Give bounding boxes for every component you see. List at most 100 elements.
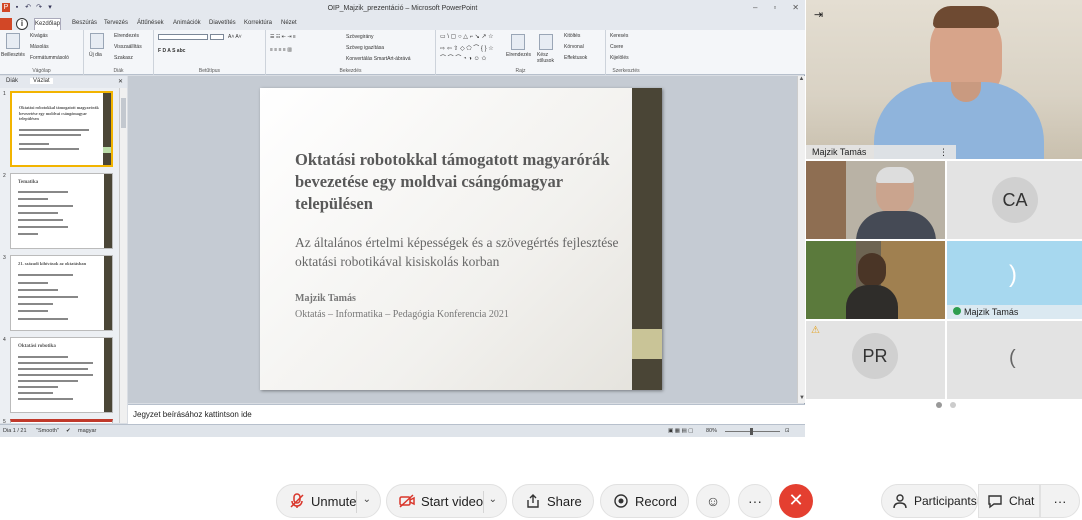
section-button[interactable]: Szakasz <box>114 55 133 61</box>
arrange-button[interactable]: Elrendezés <box>506 52 531 58</box>
paragraph-group: ☰ ☷ ⇤ ⇥ ≡ ≡ ≡ ≡ ≡ ▥ Szövegirány Szöveg i… <box>266 30 436 75</box>
shapes-gallery-icon[interactable]: ▭ \ ▢ ○ △ ⌐ ↘ ↗ ☆ <box>440 33 494 40</box>
shape-effects-button[interactable]: Effektusok <box>564 55 587 61</box>
reactions-button[interactable]: ☺ <box>696 484 730 518</box>
find-button[interactable]: Keresés <box>610 33 628 39</box>
thumbnail-slide-4[interactable]: Oktatási robotika <box>10 337 113 413</box>
zoom-level[interactable]: 80% <box>706 428 717 434</box>
paste-button[interactable]: Beillesztés <box>1 52 25 58</box>
info-icon[interactable]: i <box>16 18 28 30</box>
page-dot[interactable] <box>950 402 956 408</box>
status-bar: Dia 1 / 21 "Smooth" ✔ magyar ▣ ▦ ▤ ▢ 80%… <box>0 424 805 437</box>
slide-subtitle[interactable]: Az általános értelmi képességek és a szö… <box>295 233 625 271</box>
chat-button[interactable]: Chat <box>978 484 1040 518</box>
start-video-button[interactable]: Start video ⌄ <box>386 484 507 518</box>
more-right-button[interactable]: ··· <box>1040 484 1080 518</box>
language[interactable]: magyar <box>78 428 96 434</box>
reset-button[interactable]: Visszaállítás <box>114 44 142 50</box>
tab-animaciok[interactable]: Animációk <box>173 20 201 30</box>
align-icons[interactable]: ≡ ≡ ≡ ≡ ▥ <box>270 47 292 53</box>
file-tab[interactable] <box>0 18 12 30</box>
close-panel-icon[interactable]: ✕ <box>118 78 123 85</box>
arrange-icon[interactable] <box>511 34 525 50</box>
video-tile-5[interactable]: ⚠ PR <box>806 321 945 399</box>
select-button[interactable]: Kijelölés <box>610 55 629 61</box>
replace-button[interactable]: Csere <box>610 44 623 50</box>
thumbnail-slide-1[interactable]: Oktatási robotokkal támogatott magyarórá… <box>10 91 113 167</box>
quick-styles-button[interactable]: Kész stílusok <box>537 52 557 64</box>
scroll-knob[interactable] <box>121 98 126 128</box>
thumbnail-text-line <box>18 398 73 400</box>
paste-icon[interactable] <box>6 33 20 49</box>
current-slide[interactable]: Oktatási robotokkal támogatott magyarórá… <box>260 88 662 390</box>
align-text-button[interactable]: Szöveg igazítása <box>346 45 384 51</box>
chevron-down-icon[interactable]: ⌄ <box>489 494 497 505</box>
minimize-icon[interactable]: – <box>753 3 757 12</box>
text-direction-button[interactable]: Szövegirány <box>346 34 374 40</box>
close-icon[interactable]: ✕ <box>792 3 799 12</box>
scroll-down-icon[interactable]: ▼ <box>798 395 806 401</box>
fit-slide-icon[interactable]: ⊡ <box>785 428 790 434</box>
font-name-field[interactable] <box>158 34 208 40</box>
tab-tervezes[interactable]: Tervezés <box>104 20 128 30</box>
slide-scrollbar[interactable]: ▲ ▼ <box>797 76 805 403</box>
tab-nezet[interactable]: Nézet <box>281 20 297 30</box>
tab-slides[interactable]: Diák <box>6 78 18 84</box>
list-icons[interactable]: ☰ ☷ ⇤ ⇥ ≡ <box>270 34 296 40</box>
thumbnail-text-line <box>18 212 58 214</box>
slide-author[interactable]: Majzik Tamás <box>295 293 356 304</box>
slide-conference[interactable]: Oktatás – Informatika – Pedagógia Konfer… <box>295 309 509 320</box>
shapes-gallery-row3-icon[interactable]: ⌒ ⌒ ⌒ ◔ ◑ ☺ ✩ <box>440 53 486 62</box>
pagination-dots[interactable] <box>936 402 956 408</box>
share-icon <box>525 493 541 509</box>
font-style-icons[interactable]: F D A S abc <box>158 48 185 54</box>
video-tile-1[interactable] <box>806 161 945 239</box>
chevron-down-icon[interactable]: ⌄ <box>363 494 371 505</box>
zoom-slider-knob[interactable] <box>750 428 753 435</box>
more-options-button[interactable]: ··· <box>738 484 772 518</box>
quick-styles-icon[interactable] <box>539 34 553 50</box>
scroll-up-icon[interactable]: ▲ <box>798 76 805 82</box>
shapes-gallery-row2-icon[interactable]: ⇨ ⇦ ⇧ ◇ ⬠ ⌒ { } ☆ <box>440 43 494 52</box>
font-size-field[interactable] <box>210 34 224 40</box>
thumbnail-slide-3[interactable]: 21. századi kihívások az oktatásban <box>10 255 113 331</box>
copy-button[interactable]: Másolás <box>30 44 49 50</box>
shape-fill-button[interactable]: Kitöltés <box>564 33 580 39</box>
participants-button[interactable]: Participants <box>881 484 978 518</box>
thumbnail-slide-2[interactable]: Tematika <box>10 173 113 249</box>
video-tile-2[interactable]: CA <box>947 161 1082 239</box>
cut-button[interactable]: Kivágás <box>30 33 48 39</box>
spellcheck-icon[interactable]: ✔ <box>66 428 71 434</box>
video-tile-6[interactable]: ( <box>947 321 1082 399</box>
notes-pane[interactable]: Jegyzet beírásához kattintson ide <box>128 404 805 424</box>
video-tile-3[interactable] <box>806 241 945 319</box>
format-painter-button[interactable]: Formátummásoló <box>30 55 69 61</box>
more-options-icon[interactable]: ⋮ <box>939 146 948 158</box>
new-slide-icon[interactable] <box>90 33 104 49</box>
tab-diavetites[interactable]: Diavetítés <box>209 20 236 30</box>
grow-shrink-font-icon[interactable]: A˄ A˅ <box>228 34 242 40</box>
collapse-panel-icon[interactable]: ⇥ <box>814 8 823 21</box>
tab-beszuras[interactable]: Beszúrás <box>72 20 97 30</box>
main-video-tile[interactable]: ⇥ Majzik Tamás ⋮ <box>806 0 1082 159</box>
shape-outline-button[interactable]: Körvonal <box>564 44 584 50</box>
participants-label: Participants <box>914 494 977 508</box>
unmute-button[interactable]: Unmute ⌄ <box>276 484 381 518</box>
tab-attunesek[interactable]: Áttűnések <box>137 20 164 30</box>
tab-kezdolap[interactable]: Kezdőlap <box>34 18 62 30</box>
video-tile-4[interactable]: ) Majzik Tamás <box>947 241 1082 319</box>
thumbnail-scrollbar[interactable] <box>119 88 127 423</box>
maximize-icon[interactable]: ▫ <box>773 3 776 12</box>
layout-button[interactable]: Elrendezés <box>114 33 139 39</box>
smartart-button[interactable]: Konvertálás SmartArt-ábrává <box>346 56 410 62</box>
tab-korrektura[interactable]: Korrektúra <box>244 20 272 30</box>
end-call-button[interactable]: ✕ <box>779 484 813 518</box>
view-buttons-icon[interactable]: ▣ ▦ ▤ ▢ <box>668 428 693 434</box>
share-button[interactable]: Share <box>512 484 594 518</box>
slide-title[interactable]: Oktatási robotokkal támogatott magyarórá… <box>295 149 625 215</box>
page-dot-active[interactable] <box>936 402 942 408</box>
tab-outline[interactable]: Vázlat <box>30 78 53 84</box>
record-button[interactable]: Record <box>600 484 689 518</box>
new-slide-button[interactable]: Új dia <box>89 52 109 58</box>
thumbnail-slide-5[interactable] <box>10 419 113 423</box>
